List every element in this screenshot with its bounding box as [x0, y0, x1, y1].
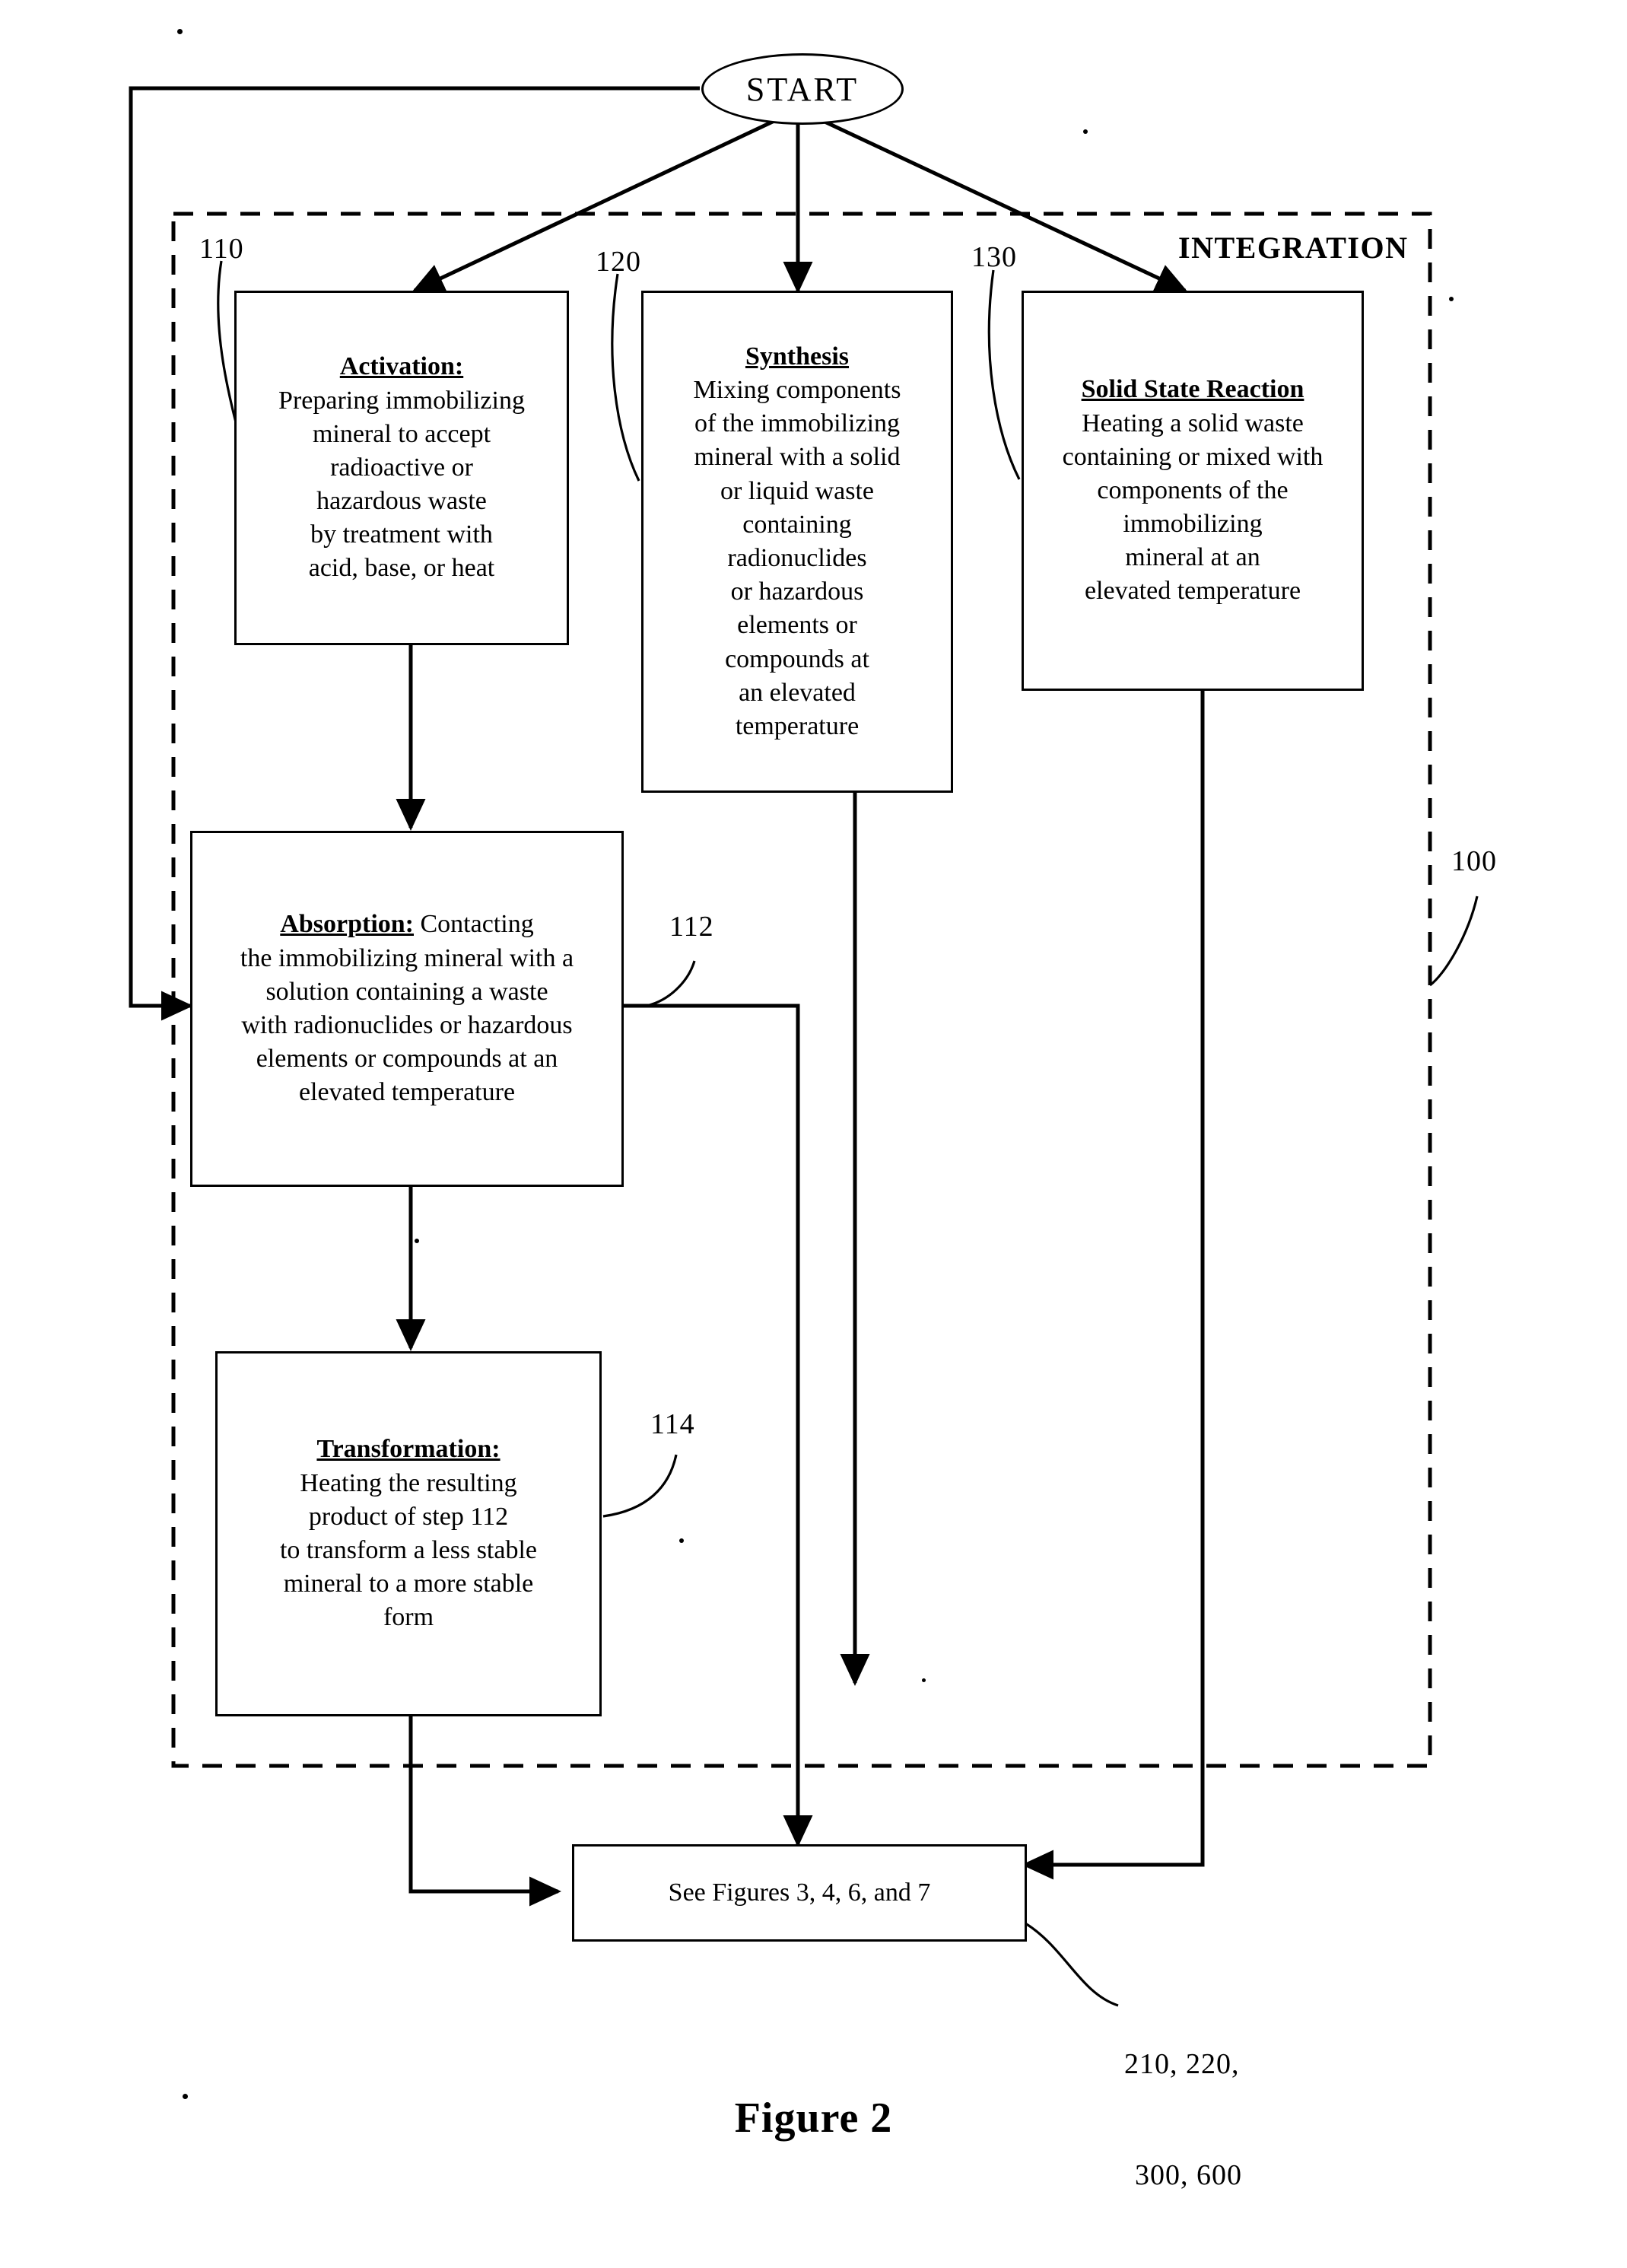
node-synthesis-line-7: elements or — [737, 611, 857, 640]
node-synthesis-line-6: or hazardous — [730, 577, 864, 606]
ref-114: 114 — [650, 1408, 695, 1440]
node-absorption: Absorption: Contacting the immobilizing … — [190, 831, 624, 1187]
leader-114 — [602, 1454, 678, 1518]
node-see-figures-text: See Figures 3, 4, 6, and 7 — [574, 1876, 1025, 1910]
node-solid-state-reaction-line-3: immobilizing — [1123, 510, 1263, 539]
node-transformation-line-1: product of step 112 — [308, 1502, 509, 1531]
node-absorption-heading: Absorption: — [280, 910, 414, 939]
node-transformation-line-4: form — [383, 1603, 434, 1632]
node-activation-line-0: Preparing immobilizing — [278, 386, 525, 415]
node-activation-line-5: acid, base, or heat — [308, 554, 495, 583]
node-synthesis-line-1: of the immobilizing — [694, 409, 901, 438]
node-activation-line-2: radioactive or — [330, 453, 473, 482]
node-transformation-line-0: Heating the resulting — [300, 1468, 517, 1497]
node-transformation-text: Transformation: Heating the resulting pr… — [218, 1433, 599, 1634]
node-synthesis-line-3: or liquid waste — [720, 476, 875, 505]
scan-speck — [1449, 297, 1454, 301]
node-activation-heading: Activation: — [339, 352, 464, 381]
node-absorption-line-1: solution containing a waste — [265, 977, 548, 1006]
node-solid-state-reaction-line-0: Heating a solid waste — [1082, 409, 1304, 437]
start-node: START — [701, 53, 904, 125]
scan-speck — [177, 29, 183, 34]
scan-speck — [922, 1678, 926, 1682]
node-synthesis-line-5: radionuclides — [727, 544, 867, 572]
node-absorption-line-3: elements or compounds at an — [256, 1045, 558, 1074]
node-synthesis-line-0: Mixing components — [693, 376, 901, 405]
node-synthesis-heading: Synthesis — [745, 342, 850, 371]
node-absorption-line-4: elevated temperature — [298, 1078, 516, 1107]
node-see-figures: See Figures 3, 4, 6, and 7 — [572, 1844, 1027, 1942]
node-transformation-heading: Transformation: — [316, 1435, 500, 1464]
connector-transformation-to-see-figures — [408, 1716, 562, 1907]
scan-speck — [1083, 129, 1088, 134]
ref-120: 120 — [596, 246, 641, 278]
node-solid-state-reaction: Solid State Reaction Heating a solid was… — [1022, 291, 1364, 691]
scan-speck — [183, 2094, 188, 2099]
ref-130: 130 — [971, 241, 1017, 273]
ref-110: 110 — [199, 233, 244, 265]
node-synthesis-line-9: an elevated — [739, 678, 856, 707]
node-solid-state-reaction-text: Solid State Reaction Heating a solid was… — [1024, 373, 1362, 608]
node-absorption-line-2: with radionuclides or hazardous — [241, 1011, 573, 1039]
leader-112 — [646, 960, 696, 1007]
node-solid-state-reaction-line-4: mineral at an — [1125, 543, 1260, 572]
node-synthesis-line-8: compounds at — [725, 644, 869, 673]
leader-130 — [987, 269, 1021, 480]
node-solid-state-reaction-line-5: elevated temperature — [1084, 577, 1301, 606]
node-synthesis-line-4: containing — [742, 510, 852, 539]
leader-210-220-300-600 — [1025, 1922, 1119, 2007]
leader-100 — [1429, 895, 1479, 987]
node-transformation-line-2: to transform a less stable — [279, 1536, 538, 1564]
node-synthesis-text: Synthesis Mixing components of the immob… — [643, 340, 951, 743]
leader-120 — [611, 273, 640, 482]
node-activation-text: Activation: Preparing immobilizing miner… — [237, 350, 567, 585]
node-transformation: Transformation: Heating the resulting pr… — [215, 1351, 602, 1716]
node-solid-state-reaction-line-2: components of the — [1097, 476, 1289, 504]
ref-112: 112 — [669, 911, 714, 943]
node-transformation-line-3: mineral to a more stable — [283, 1570, 534, 1598]
connector-solid-state-reaction-to-see-figures — [1021, 691, 1205, 1880]
node-absorption-line-0: the immobilizing mineral with a — [240, 943, 574, 972]
scan-speck — [415, 1239, 419, 1243]
node-synthesis: Synthesis Mixing components of the immob… — [641, 291, 953, 793]
node-activation: Activation: Preparing immobilizing miner… — [234, 291, 569, 645]
integration-group-label: INTEGRATION — [1178, 231, 1409, 265]
figure-canvas: START INTEGRATION Activation: Preparing … — [0, 0, 1627, 2194]
figure-caption: Figure 2 — [734, 2095, 893, 2142]
start-label: START — [745, 70, 860, 108]
node-see-figures-label: See Figures 3, 4, 6, and 7 — [668, 1878, 931, 1907]
ref-downstream-line-1: 210, 220, — [1124, 2048, 1240, 2081]
node-solid-state-reaction-line-1: containing or mixed with — [1062, 442, 1324, 471]
ref-downstream-line-2: 300, 600 — [1135, 2159, 1242, 2192]
node-activation-line-3: hazardous waste — [316, 487, 487, 516]
ref-100: 100 — [1451, 845, 1497, 877]
node-synthesis-line-10: temperature — [735, 711, 860, 740]
node-activation-line-1: mineral to accept — [312, 419, 491, 448]
scan-speck — [679, 1538, 684, 1543]
node-absorption-heading-tail: Contacting — [414, 910, 534, 939]
node-solid-state-reaction-heading: Solid State Reaction — [1081, 375, 1304, 404]
node-absorption-text: Absorption: Contacting the immobilizing … — [192, 908, 621, 1109]
node-activation-line-4: by treatment with — [310, 520, 493, 549]
node-synthesis-line-2: mineral with a solid — [694, 443, 901, 472]
